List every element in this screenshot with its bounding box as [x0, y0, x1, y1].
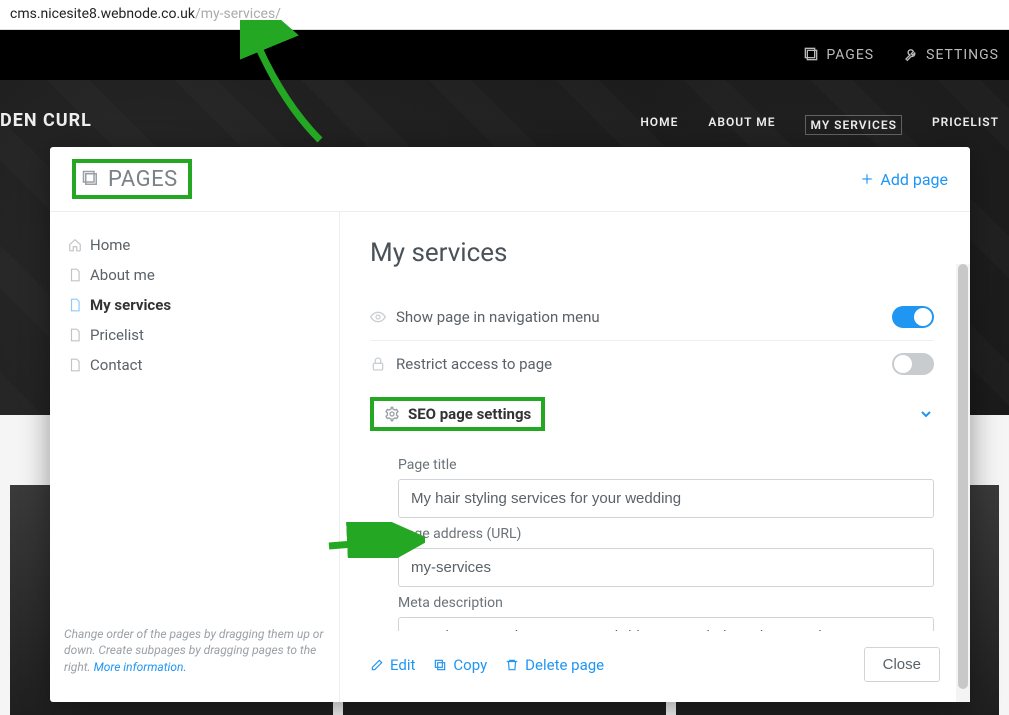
site-nav-services[interactable]: MY SERVICES: [805, 115, 901, 135]
chevron-down-icon: [918, 406, 934, 422]
delete-button[interactable]: Delete page: [505, 656, 604, 674]
gear-icon: [384, 406, 400, 422]
page-list: Home About me My services Pricelist Cont…: [62, 230, 327, 380]
setting-show-in-nav: Show page in navigation menu: [370, 294, 934, 341]
page-icon: [68, 298, 82, 312]
toggle-restrict-access[interactable]: [892, 353, 934, 375]
plus-icon: [860, 172, 874, 186]
pages-sidebar: Home About me My services Pricelist Cont…: [50, 212, 340, 702]
site-nav: HOME ABOUT ME MY SERVICES PRICELIST: [640, 115, 999, 135]
edit-button[interactable]: Edit: [370, 656, 415, 674]
copy-label: Copy: [453, 656, 487, 674]
more-info-link[interactable]: More information.: [94, 660, 187, 674]
url-base: cms.nicesite8.webnode.co.uk: [10, 6, 195, 22]
page-item-services[interactable]: My services: [62, 290, 327, 320]
add-page-label: Add page: [880, 170, 948, 189]
page-item-about[interactable]: About me: [62, 260, 327, 290]
scrollbar[interactable]: [956, 264, 970, 702]
setting-label: Restrict access to page: [396, 355, 552, 373]
browser-url-bar[interactable]: cms.nicesite8.webnode.co.uk/my-services/: [0, 0, 1009, 30]
wrench-icon: [904, 47, 920, 63]
copy-icon: [433, 658, 447, 672]
seo-form: Page title Page address (URL) Meta descr…: [370, 441, 934, 631]
page-icon: [68, 328, 82, 342]
top-nav-pages[interactable]: PAGES: [804, 47, 874, 63]
close-button[interactable]: Close: [864, 647, 940, 682]
lock-icon: [370, 356, 386, 372]
copy-button[interactable]: Copy: [433, 656, 487, 674]
annotation-highlight-pages: PAGES: [72, 159, 192, 199]
trash-icon: [505, 658, 519, 672]
page-item-contact[interactable]: Contact: [62, 350, 327, 380]
home-icon: [68, 238, 82, 252]
pages-icon: [82, 170, 100, 188]
eye-icon: [370, 309, 386, 325]
top-nav-settings-label: SETTINGS: [926, 47, 999, 63]
site-nav-home[interactable]: HOME: [640, 115, 678, 135]
site-nav-pricelist[interactable]: PRICELIST: [932, 115, 999, 135]
pages-icon: [804, 47, 820, 63]
page-heading: My services: [370, 238, 934, 268]
panel-footer: Edit Copy Delete page Close: [370, 631, 940, 682]
edit-icon: [370, 658, 384, 672]
pages-modal: PAGES Add page Home About me My services: [50, 147, 970, 702]
page-url-label: Page address (URL): [398, 526, 934, 542]
page-item-label: Contact: [90, 356, 142, 374]
page-item-pricelist[interactable]: Pricelist: [62, 320, 327, 350]
seo-settings-header[interactable]: SEO page settings: [370, 387, 934, 441]
page-url-input[interactable]: [398, 548, 934, 587]
editor-top-nav: PAGES SETTINGS: [0, 30, 1009, 80]
toggle-show-in-nav[interactable]: [892, 306, 934, 328]
page-item-label: Home: [90, 236, 130, 254]
site-brand: DEN CURL: [0, 110, 92, 131]
page-item-label: My services: [90, 296, 171, 314]
page-settings-panel: My services Show page in navigation menu…: [340, 212, 970, 702]
setting-restrict-access: Restrict access to page: [370, 341, 934, 387]
scrollbar-thumb[interactable]: [958, 264, 968, 689]
modal-title: PAGES: [108, 167, 178, 192]
meta-description-input[interactable]: [398, 617, 934, 631]
modal-header: PAGES Add page: [50, 147, 970, 212]
site-nav-about[interactable]: ABOUT ME: [708, 115, 775, 135]
top-nav-pages-label: PAGES: [826, 47, 874, 63]
url-path: /my-services/: [195, 6, 281, 22]
top-nav-settings[interactable]: SETTINGS: [904, 47, 999, 63]
seo-title: SEO page settings: [408, 405, 531, 423]
page-item-label: Pricelist: [90, 326, 144, 344]
add-page-button[interactable]: Add page: [860, 170, 948, 189]
page-item-label: About me: [90, 266, 155, 284]
page-icon: [68, 268, 82, 282]
sidebar-hint: Change order of the pages by dragging th…: [62, 618, 327, 684]
setting-label: Show page in navigation menu: [396, 308, 600, 326]
page-title-input[interactable]: [398, 479, 934, 518]
page-icon: [68, 358, 82, 372]
edit-label: Edit: [390, 656, 415, 674]
delete-label: Delete page: [525, 656, 604, 674]
page-title-label: Page title: [398, 457, 934, 473]
meta-description-label: Meta description: [398, 595, 934, 611]
annotation-highlight-seo: SEO page settings: [370, 397, 545, 431]
page-item-home[interactable]: Home: [62, 230, 327, 260]
